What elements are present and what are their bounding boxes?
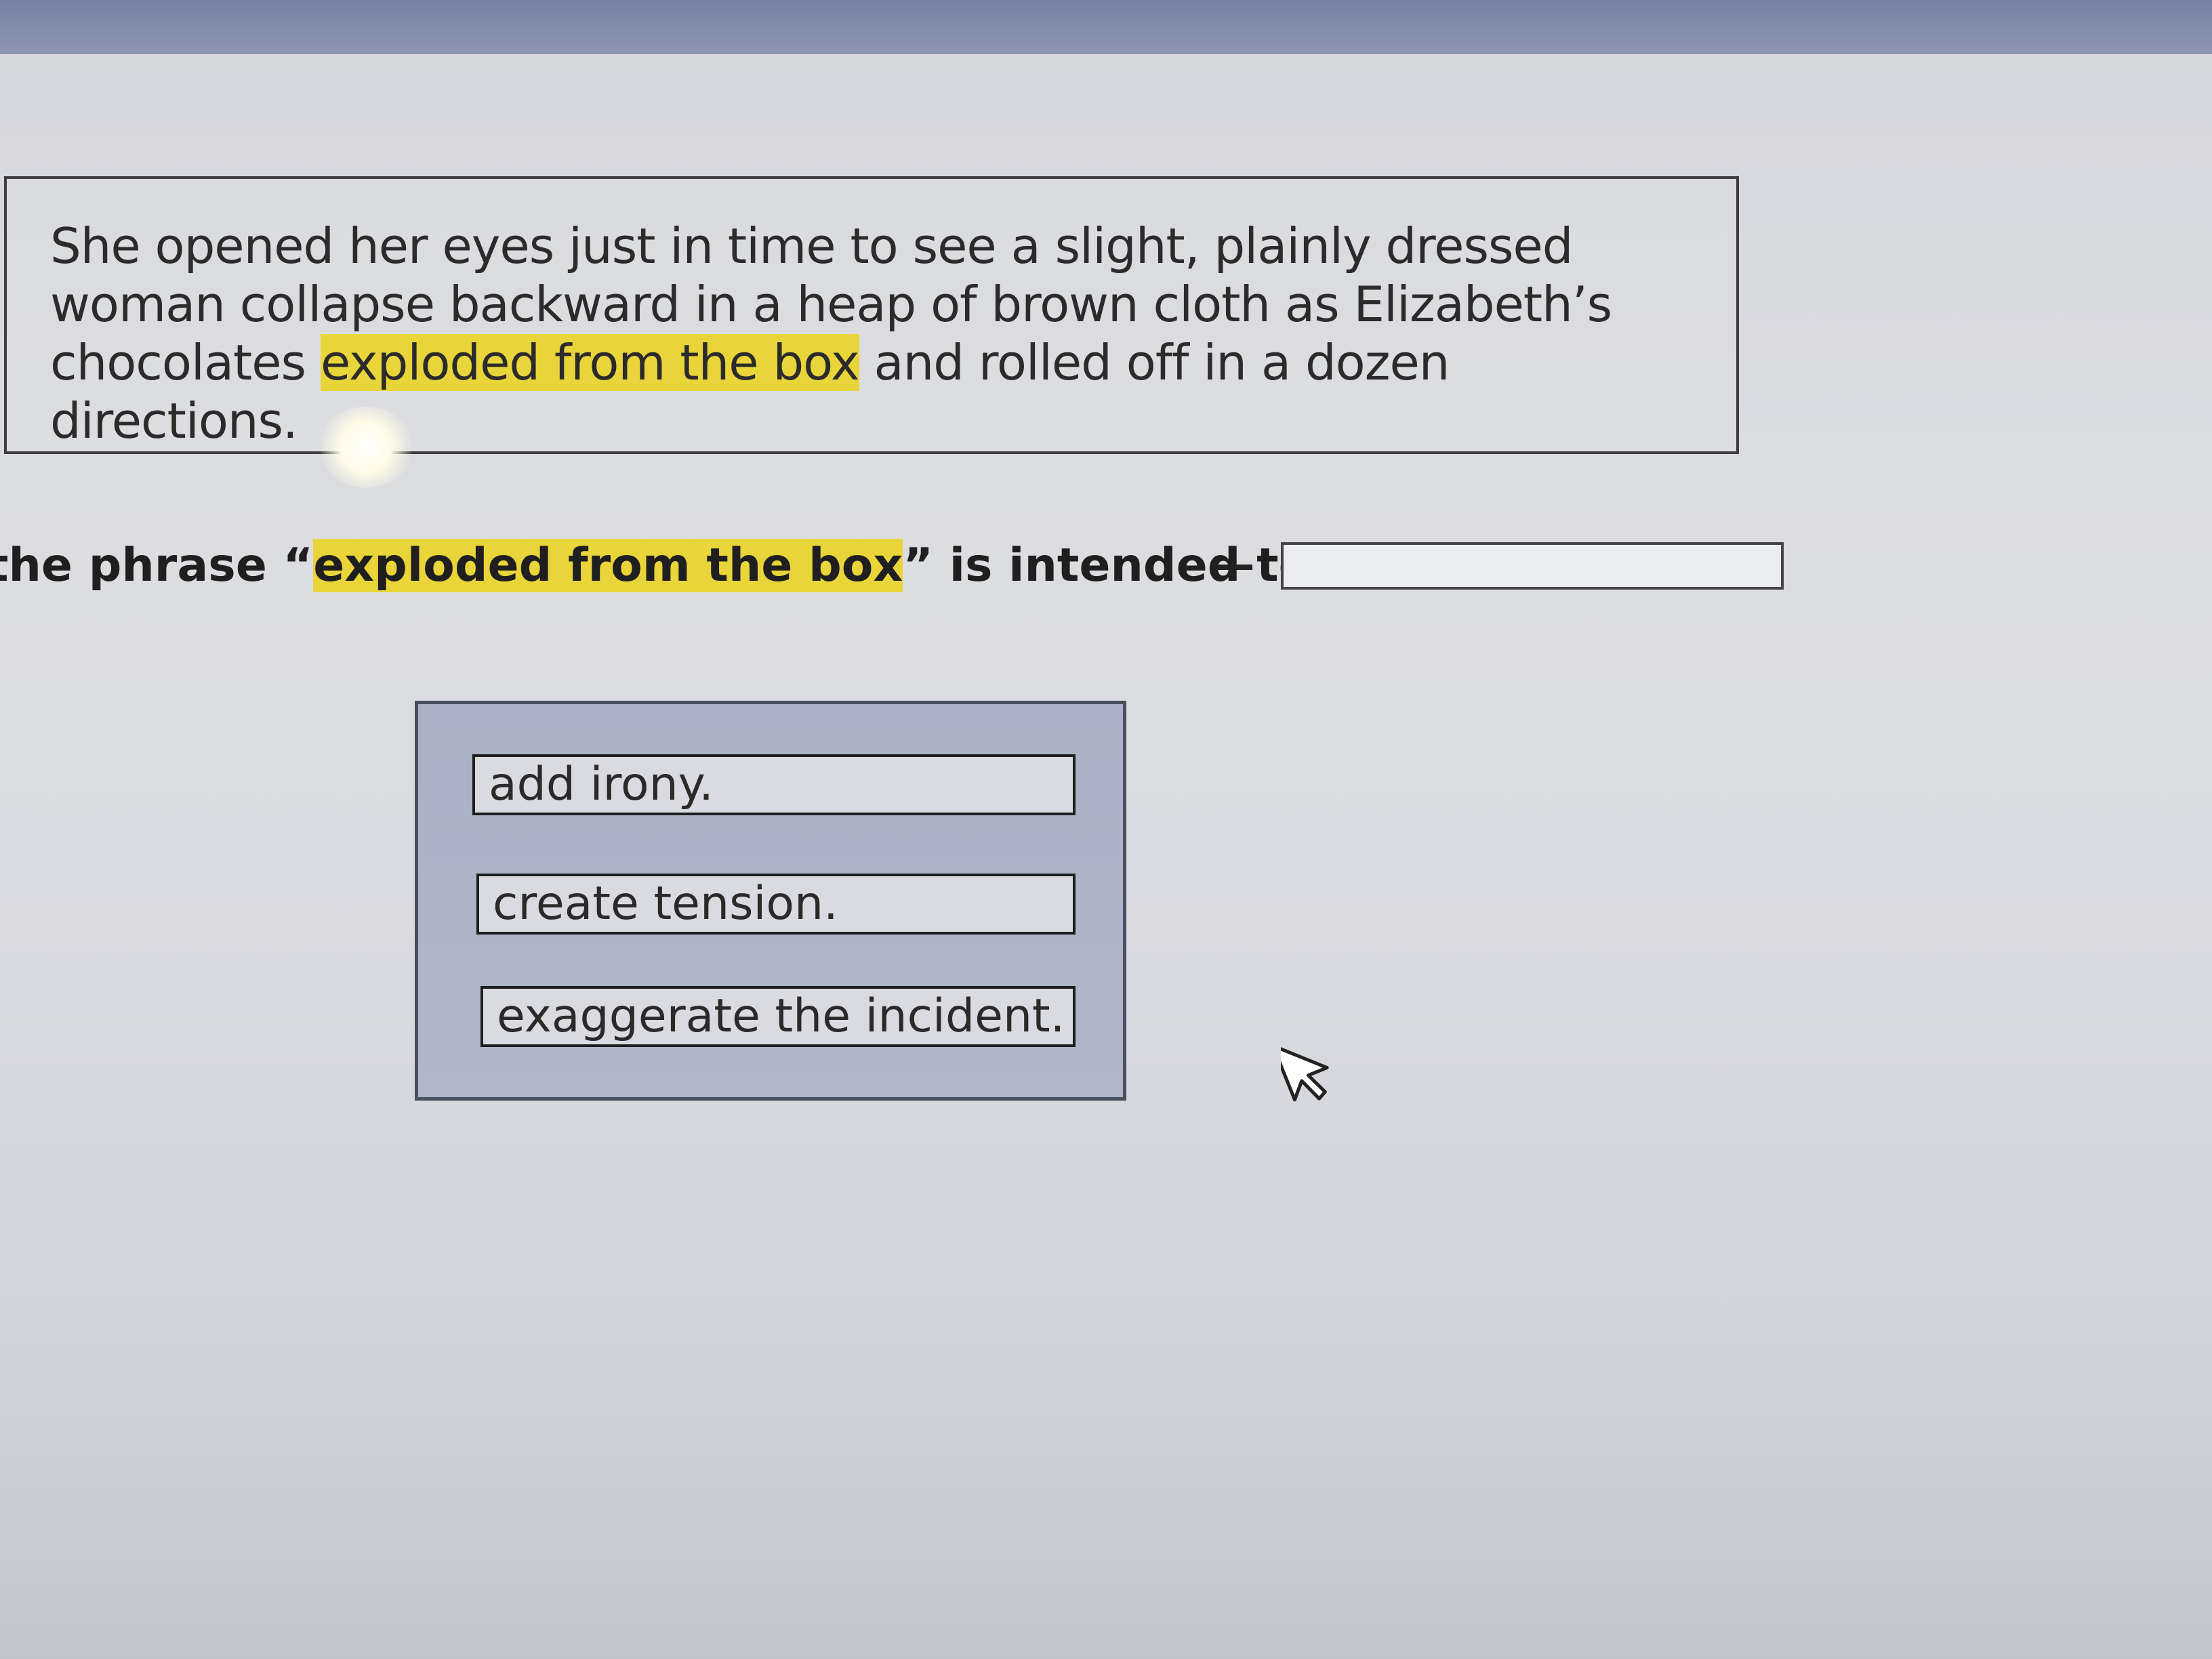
choice-add-irony[interactable]: add irony.	[472, 754, 1076, 815]
question-prefix: the phrase “	[0, 539, 314, 592]
answer-drop-target[interactable]	[1281, 542, 1784, 590]
passage-box: She opened her eyes just in time to see …	[4, 176, 1739, 454]
question-stem: the phrase “exploded from the box” is in…	[0, 539, 1310, 592]
choices-panel: add irony. create tension. exaggerate th…	[415, 701, 1126, 1101]
answer-dash	[1214, 565, 1252, 570]
passage-text: She opened her eyes just in time to see …	[50, 217, 1663, 450]
choice-exaggerate-the-incident[interactable]: exaggerate the incident.	[480, 986, 1076, 1047]
top-window-bar	[0, 0, 2212, 54]
question-highlighted-phrase: exploded from the box	[313, 539, 903, 592]
choice-create-tension[interactable]: create tension.	[476, 874, 1076, 935]
screen-glare	[319, 407, 413, 488]
passage-highlighted-phrase: exploded from the box	[320, 334, 860, 391]
mouse-pointer-icon	[1281, 1044, 1329, 1102]
